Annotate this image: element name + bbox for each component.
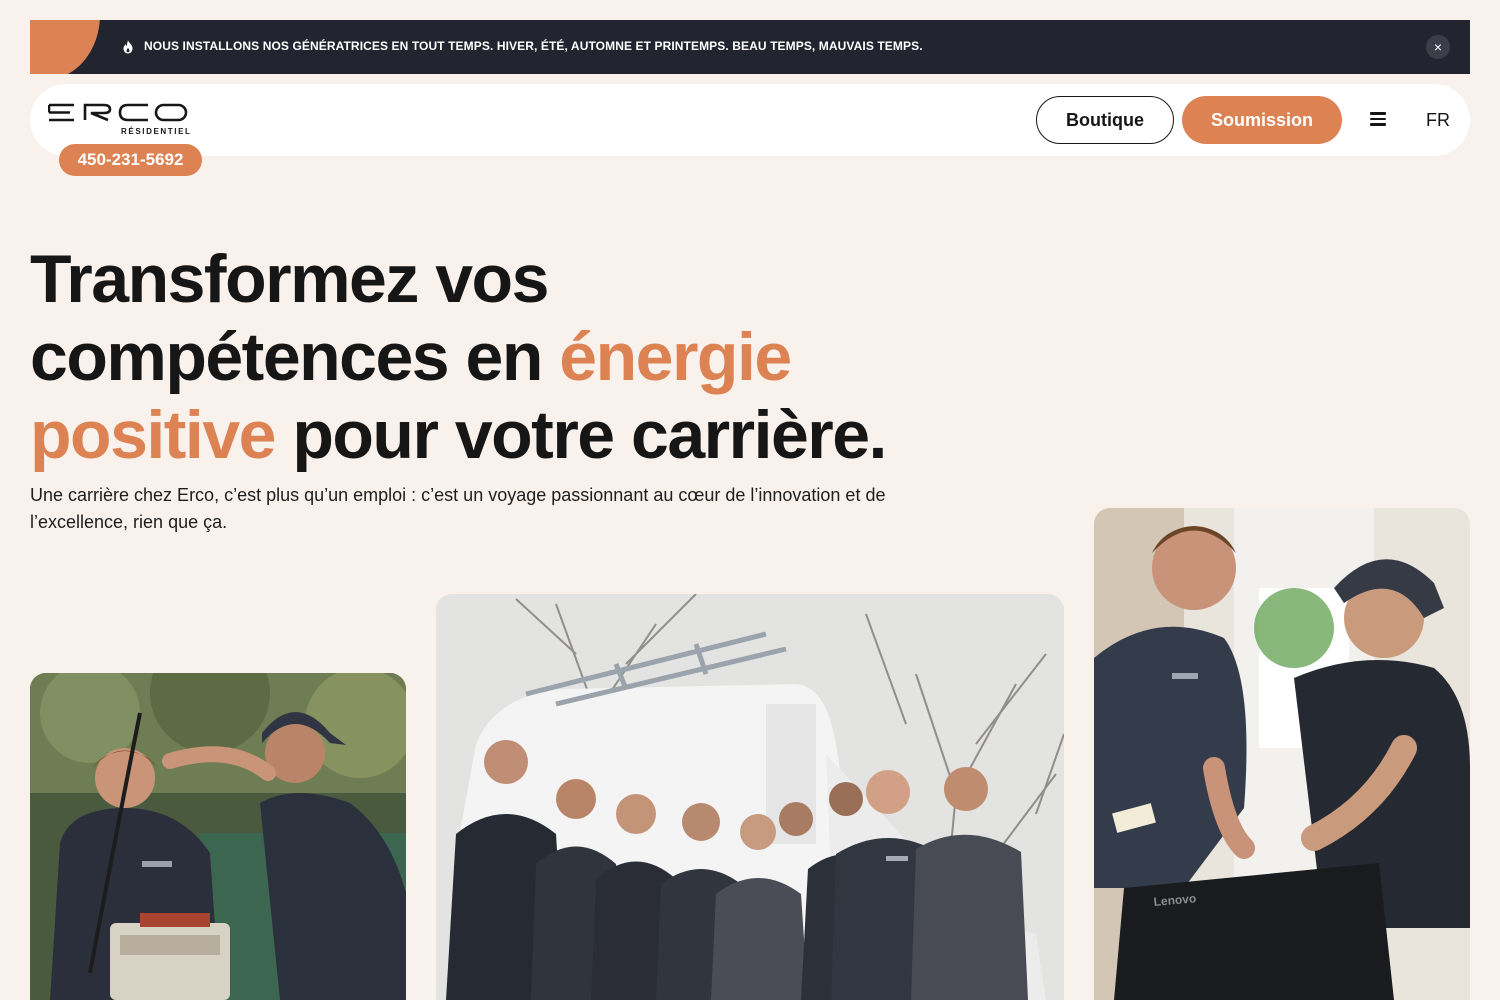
logo-subtitle: RÉSIDENTIEL [121,127,192,136]
hamburger-menu-icon[interactable] [1370,112,1388,128]
main-navbar: RÉSIDENTIEL Boutique Soumission FR [30,84,1470,156]
announcement-text: NOUS INSTALLONS NOS GÉNÉRATRICES EN TOUT… [144,39,923,53]
headline-line-1: Transformez vos [30,241,549,317]
boutique-button[interactable]: Boutique [1036,96,1174,144]
headline-accent-positive: positive [30,397,276,473]
headline-accent-energie: énergie [559,319,792,395]
language-switcher[interactable]: FR [1426,110,1450,131]
hero-description: Une carrière chez Erco, c’est plus qu’un… [30,485,886,532]
close-announcement-button[interactable]: × [1426,35,1450,59]
erco-logo-mark [48,103,188,122]
erco-logo[interactable]: RÉSIDENTIEL [48,102,190,138]
announcement-corner-decoration [30,20,100,74]
hero-headline: Transformez vos compétences en énergie p… [30,240,930,474]
team-van-photo [436,594,1064,1000]
technicians-laptop-photo: Lenovo [1094,508,1470,1000]
announcement-bar: NOUS INSTALLONS NOS GÉNÉRATRICES EN TOUT… [30,20,1470,74]
headline-line-3: pour votre carrière. [274,397,887,473]
left-shirt-logo [142,861,172,867]
technicians-generator-photo [30,673,406,1000]
soumission-button[interactable]: Soumission [1182,96,1342,144]
right-shirt-logo [1172,673,1198,679]
flame-icon [123,40,133,54]
phone-number-button[interactable]: 450-231-5692 [59,144,202,176]
headline-line-2: compétences en [30,319,560,395]
